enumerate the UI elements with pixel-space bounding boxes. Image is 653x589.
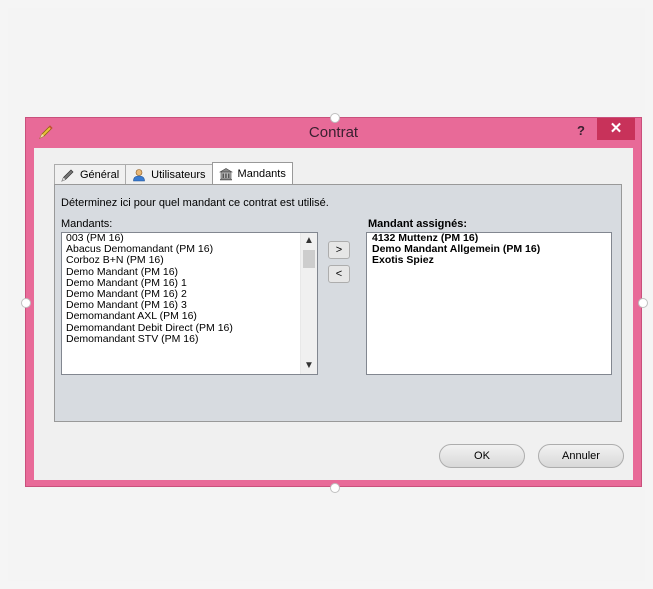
close-icon: ✕: [609, 120, 623, 137]
mandants-label: Mandants:: [61, 218, 113, 230]
ok-button[interactable]: OK: [439, 444, 525, 468]
list-item[interactable]: Demomandant STV (PM 16): [62, 333, 317, 345]
pencil-icon: [61, 168, 75, 182]
mandants-panel: Déterminez ici pour quel mandant ce cont…: [54, 184, 622, 422]
user-icon: [132, 168, 146, 182]
mandants-listbox[interactable]: 003 (PM 16) Abacus Demomandant (PM 16) C…: [61, 232, 318, 375]
scroll-down-arrow-icon[interactable]: ▼: [301, 358, 317, 374]
close-button[interactable]: ✕: [597, 118, 635, 140]
scroll-up-arrow-icon[interactable]: ▲: [301, 233, 317, 249]
tab-mandants-label: Mandants: [237, 167, 286, 180]
tab-strip: Général Utilisateurs Mandants: [54, 162, 293, 184]
scrollbar-thumb[interactable]: [303, 250, 315, 268]
list-item[interactable]: Corboz B+N (PM 16): [62, 255, 317, 266]
resize-handle-left[interactable]: [21, 298, 31, 308]
contrat-dialog: Contrat ? ✕ Général Utilisateurs Mandant…: [25, 117, 642, 487]
help-button[interactable]: ?: [571, 121, 591, 141]
cancel-button[interactable]: Annuler: [538, 444, 624, 468]
assigned-listbox[interactable]: 4132 Muttenz (PM 16) Demo Mandant Allgem…: [366, 232, 612, 375]
instruction-text: Déterminez ici pour quel mandant ce cont…: [61, 197, 329, 209]
resize-handle-top[interactable]: [330, 113, 340, 123]
vertical-scrollbar[interactable]: ▲ ▼: [300, 233, 317, 374]
list-item[interactable]: Demomandant AXL (PM 16): [62, 311, 317, 322]
dialog-client-area: Général Utilisateurs Mandants Déterminez…: [34, 148, 633, 480]
tab-general-label: Général: [80, 168, 120, 181]
resize-handle-right[interactable]: [638, 298, 648, 308]
resize-handle-bottom[interactable]: [330, 483, 340, 493]
list-item[interactable]: Exotis Spiez: [367, 255, 611, 266]
window-title: Contrat: [308, 124, 359, 141]
tab-general[interactable]: Général: [54, 164, 127, 184]
tab-mandants[interactable]: Mandants: [211, 162, 293, 184]
assigned-label: Mandant assignés:: [368, 218, 468, 230]
assign-button[interactable]: >: [328, 241, 350, 259]
building-icon: [218, 167, 233, 181]
unassign-button[interactable]: <: [328, 265, 350, 283]
tab-utilisateurs-label: Utilisateurs: [151, 168, 206, 181]
tab-utilisateurs[interactable]: Utilisateurs: [125, 164, 213, 184]
